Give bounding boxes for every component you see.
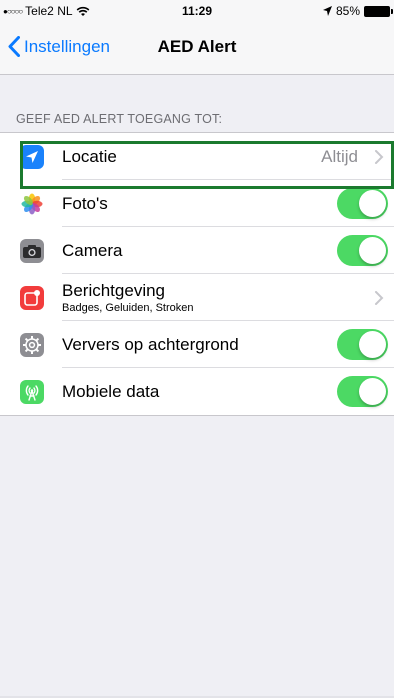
row-label: Berichtgeving (62, 281, 166, 300)
photos-toggle[interactable] (337, 188, 388, 219)
battery-icon (364, 5, 393, 17)
chevron-right-icon (375, 149, 384, 164)
row-photos[interactable]: Foto's (0, 180, 394, 227)
toggle-knob (359, 331, 386, 358)
battery-percent: 85% (335, 4, 360, 18)
section-header: GEEF AED ALERT TOEGANG TOT: (16, 112, 223, 126)
toggle-knob (359, 190, 386, 217)
gear-icon (20, 333, 44, 357)
row-label: Foto's (62, 193, 108, 213)
cellular-antenna-icon (20, 380, 44, 404)
row-location[interactable]: Locatie Altijd (0, 133, 394, 180)
location-arrow-icon (20, 145, 44, 169)
navigation-bar: Instellingen AED Alert (0, 22, 394, 75)
back-label: Instellingen (24, 36, 111, 56)
permissions-list: Locatie Altijd Foto's Camera Berichtgevi… (0, 132, 394, 416)
row-subtitle: Badges, Geluiden, Stroken (62, 302, 194, 314)
row-label: Mobiele data (62, 381, 160, 401)
background-refresh-toggle[interactable] (337, 329, 388, 360)
row-label: Locatie (62, 146, 117, 166)
row-notifications[interactable]: Berichtgeving Badges, Geluiden, Stroken (0, 274, 394, 321)
row-mobile-data[interactable]: Mobiele data (0, 368, 394, 415)
toggle-knob (359, 237, 386, 264)
chevron-right-icon (375, 290, 384, 305)
chevron-left-icon (8, 36, 20, 57)
mobile-data-toggle[interactable] (337, 376, 388, 407)
row-label: Ververs op achtergrond (62, 334, 239, 354)
row-label: Camera (62, 240, 123, 260)
toggle-knob (359, 378, 386, 405)
photos-flower-icon (20, 192, 44, 216)
status-right: 85% (322, 4, 393, 18)
location-value: Altijd (321, 146, 358, 166)
row-background-refresh[interactable]: Ververs op achtergrond (0, 321, 394, 368)
status-bar: ●○○○○ Tele2 NL 11:29 85% (0, 0, 394, 22)
back-button[interactable]: Instellingen (8, 36, 110, 57)
location-services-icon (322, 6, 332, 16)
camera-icon (20, 239, 44, 263)
row-camera[interactable]: Camera (0, 227, 394, 274)
camera-toggle[interactable] (337, 235, 388, 266)
notifications-icon (20, 286, 44, 310)
